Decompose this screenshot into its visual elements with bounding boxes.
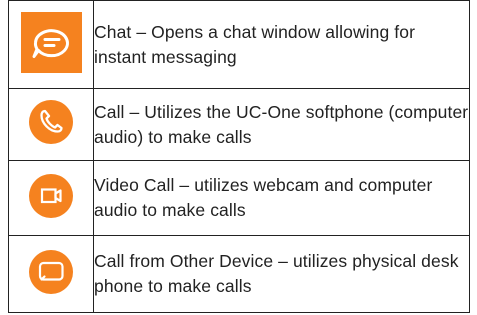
icon-cell [8, 235, 94, 313]
desk-phone-icon [29, 249, 73, 299]
icon-cell [8, 0, 94, 89]
table-row: Call – Utilizes the UC-One softphone (co… [8, 88, 470, 161]
row-description: Call from Other Device – utilizes physic… [93, 235, 470, 313]
row-description: Call – Utilizes the UC-One softphone (co… [93, 88, 470, 161]
feature-reference-table: Chat – Opens a chat window allowing for … [8, 0, 470, 313]
row-description: Video Call – utilizes webcam and compute… [93, 160, 470, 236]
row-description: Chat – Opens a chat window allowing for … [93, 0, 470, 89]
video-camera-icon [29, 173, 73, 223]
table-row: Video Call – utilizes webcam and compute… [8, 160, 470, 236]
icon-cell [8, 160, 94, 236]
table-row: Chat – Opens a chat window allowing for … [8, 0, 470, 89]
chat-icon [20, 11, 82, 78]
phone-handset-icon [29, 100, 73, 149]
icon-cell [8, 88, 94, 161]
table-row: Call from Other Device – utilizes physic… [8, 235, 470, 313]
